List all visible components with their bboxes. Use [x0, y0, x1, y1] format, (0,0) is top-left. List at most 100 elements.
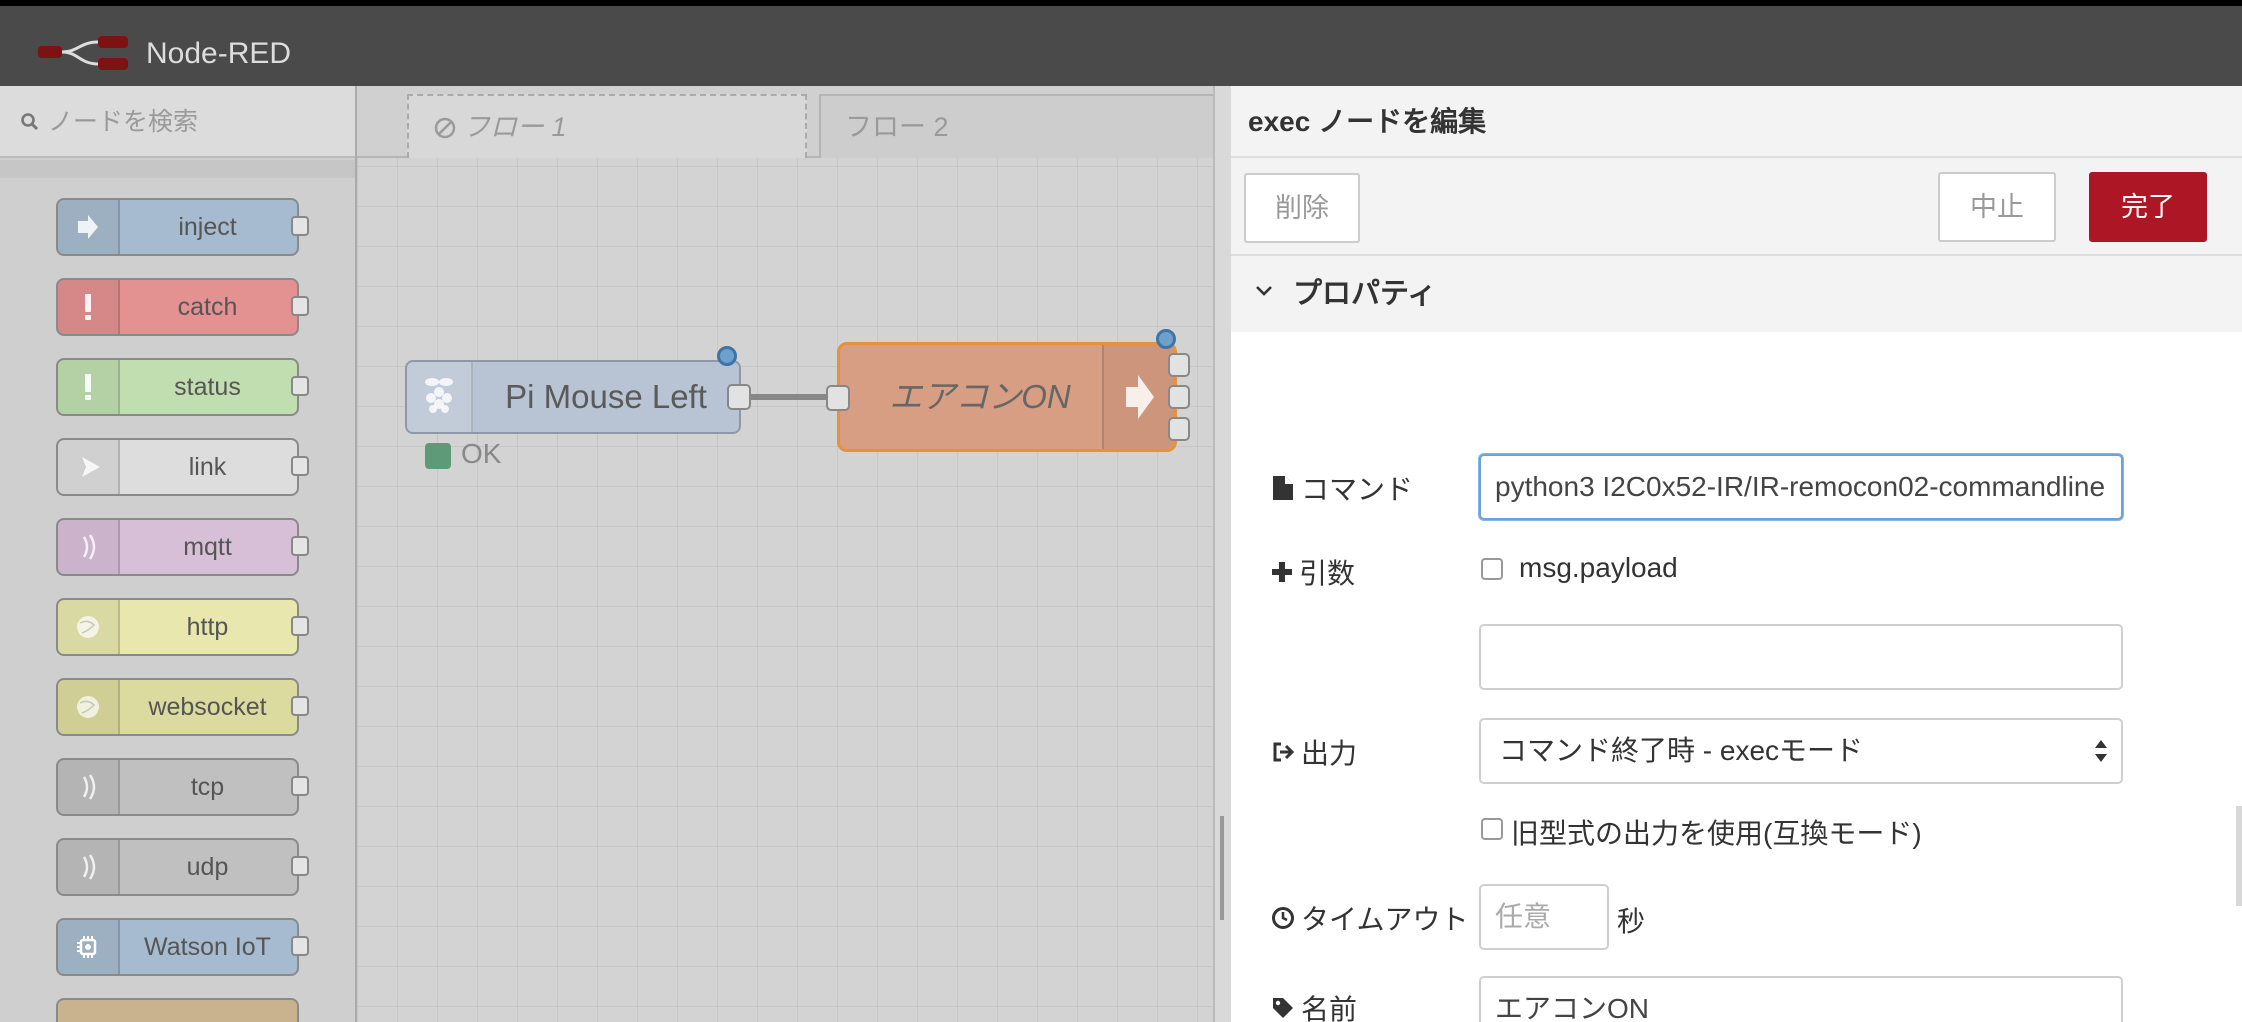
changed-indicator	[1156, 329, 1176, 349]
palette-node-label: http	[186, 613, 229, 641]
output-label: 出力	[1271, 732, 1357, 772]
palette-node-inject[interactable]: inject	[56, 198, 309, 256]
exclamation-icon	[58, 360, 120, 414]
editor-scrollbar[interactable]	[2236, 806, 2242, 906]
timeout-label-text: タイムアウト	[1301, 904, 1469, 935]
header-bar: Node-RED	[0, 0, 2242, 86]
flow-node-aircon-on[interactable]: エアコンON	[826, 329, 1190, 452]
palette-node-port	[291, 616, 309, 636]
signal-wave-icon	[58, 840, 120, 894]
palette-node-http[interactable]: http	[56, 598, 309, 656]
name-label-text: 名前	[1301, 994, 1358, 1022]
timeout-input[interactable]	[1479, 884, 1609, 950]
flow-workspace[interactable]: フロー 1 フロー 2 Pi Mouse Left OK エアコンON	[357, 86, 1213, 1022]
output-label-text: 出力	[1301, 738, 1358, 769]
link-arrow-icon	[58, 440, 120, 494]
node-status-text: OK	[461, 438, 502, 469]
output-mode-value: コマンド終了時 - execモード	[1499, 735, 1864, 766]
palette-node-mqtt[interactable]: mqtt	[56, 518, 309, 576]
palette-category-header[interactable]	[0, 160, 355, 178]
palette-node-websocket[interactable]: websocket	[56, 678, 309, 736]
legacy-output-checkbox[interactable]	[1481, 818, 1503, 840]
palette-node-udp[interactable]: udp	[56, 838, 309, 896]
header-inner: Node-RED	[0, 6, 2242, 86]
node-input-port[interactable]	[826, 385, 850, 411]
arrow-right-icon	[1102, 345, 1174, 449]
node-edit-tray: exec ノードを編集 削除 中止 完了 プロパティ コマンド python3 …	[1231, 86, 2242, 1022]
append-payload-checkbox[interactable]	[1481, 558, 1503, 580]
append-label-text: 引数	[1299, 558, 1356, 589]
properties-section-header[interactable]: プロパティ	[1231, 256, 2242, 332]
palette-node-port	[291, 696, 309, 716]
palette-node-tcp[interactable]: tcp	[56, 758, 309, 816]
node-output-port-1[interactable]	[1168, 353, 1190, 377]
signal-wave-icon	[58, 520, 120, 574]
status-indicator	[425, 443, 451, 469]
tab-flow-2[interactable]: フロー 2	[819, 94, 1213, 158]
done-button[interactable]: 完了	[2089, 172, 2207, 242]
arrow-in-icon	[58, 200, 120, 254]
palette-node-port	[291, 296, 309, 316]
append-payload-label: msg.payload	[1519, 552, 1678, 583]
command-label-text: コマンド	[1301, 474, 1414, 505]
name-input[interactable]: エアコンON	[1479, 976, 2123, 1022]
changed-indicator	[717, 346, 737, 366]
palette-node-list: inject catch status link mqtt http websocket tc…	[0, 178, 355, 1022]
node-output-port-3[interactable]	[1168, 417, 1190, 441]
palette-search-input[interactable]	[48, 102, 338, 142]
palette-search	[0, 86, 355, 158]
properties-form: コマンド python3 I2C0x52-IR/IR-remocon02-com…	[1231, 332, 2242, 1022]
signal-wave-icon	[58, 760, 120, 814]
node-output-port[interactable]	[727, 384, 751, 410]
tray-resize-handle[interactable]	[1213, 86, 1231, 1022]
node-output-port-2[interactable]	[1168, 385, 1190, 409]
flow-wire[interactable]	[741, 394, 831, 400]
palette-node-link[interactable]: link	[56, 438, 309, 496]
select-arrows-icon	[2095, 740, 2107, 762]
editor-title: exec ノードを編集	[1231, 86, 2242, 158]
chevron-down-icon	[1256, 286, 1272, 296]
palette-node-port	[291, 216, 309, 236]
app-title: Node-RED	[146, 37, 292, 70]
tab-flow-2-label: フロー 2	[845, 112, 949, 142]
flow-tab-bar: フロー 1 フロー 2	[357, 86, 1213, 158]
node-red-logo-icon	[38, 36, 128, 70]
palette-node-watson-iot[interactable]: Watson IoT	[56, 918, 309, 976]
tab-flow-1-label: フロー 1	[463, 112, 567, 142]
timeout-unit: 秒	[1617, 906, 1646, 937]
palette-node-port	[291, 376, 309, 396]
disabled-icon	[434, 117, 456, 139]
palette-node-label: mqtt	[183, 533, 232, 561]
tag-icon	[1273, 998, 1293, 1018]
flow-node-pi-mouse-left[interactable]: Pi Mouse Left	[405, 346, 751, 434]
tab-flow-1[interactable]: フロー 1	[407, 94, 807, 158]
clock-icon	[1272, 907, 1294, 929]
palette-node-label: Watson IoT	[144, 933, 271, 961]
resize-grip[interactable]	[1220, 816, 1224, 920]
palette-node-port	[291, 936, 309, 956]
palette-node-label: tcp	[190, 773, 225, 801]
delete-button[interactable]: 削除	[1244, 173, 1360, 243]
search-icon	[21, 113, 39, 131]
sign-out-icon	[1273, 742, 1295, 762]
palette-node-label: status	[174, 373, 241, 401]
timeout-label: タイムアウト	[1271, 898, 1468, 938]
palette-node-label: catch	[177, 293, 238, 321]
palette-node-partial[interactable]	[56, 998, 299, 1022]
palette-node-port	[291, 456, 309, 476]
node-palette: inject catch status link mqtt http websocket tc…	[0, 86, 357, 1022]
palette-node-catch[interactable]: catch	[56, 278, 309, 336]
append-extra-input[interactable]	[1479, 624, 2123, 690]
node-label: Pi Mouse Left	[505, 378, 707, 415]
palette-node-status[interactable]: status	[56, 358, 309, 416]
cancel-button[interactable]: 中止	[1938, 172, 2056, 242]
section-title: プロパティ	[1293, 278, 1437, 310]
globe-icon	[58, 600, 120, 654]
output-mode-select[interactable]: コマンド終了時 - execモード	[1479, 718, 2123, 784]
command-label: コマンド	[1271, 468, 1413, 508]
palette-node-label: inject	[178, 213, 237, 241]
plus-icon	[1272, 562, 1292, 582]
palette-node-port	[291, 536, 309, 556]
command-input[interactable]: python3 I2C0x52-IR/IR-remocon02-commandl…	[1479, 454, 2123, 520]
palette-node-label: link	[188, 453, 227, 481]
